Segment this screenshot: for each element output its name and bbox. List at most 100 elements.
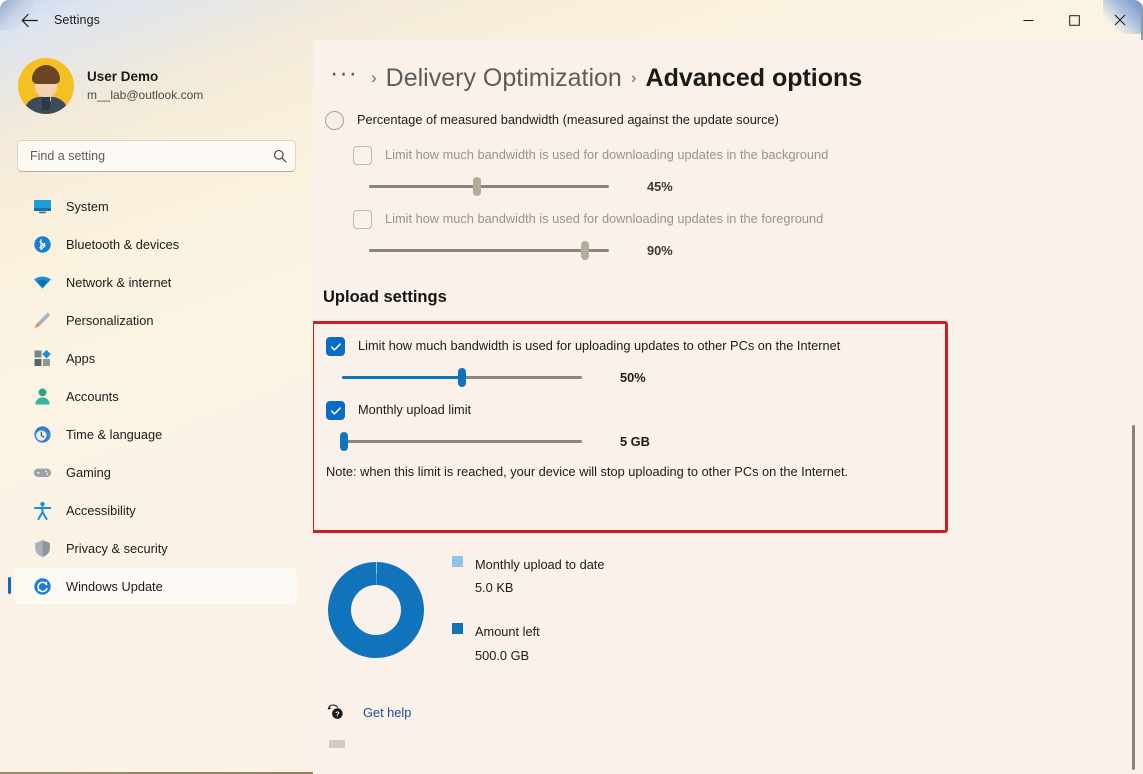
radio-label: Percentage of measured bandwidth (measur… <box>357 110 779 127</box>
search-input[interactable] <box>18 149 265 163</box>
slider-row-monthly-upload-limit: 5 GB <box>342 434 945 449</box>
breadcrumb-link-delivery-optimization[interactable]: Delivery Optimization <box>386 64 622 93</box>
maximize-button[interactable] <box>1051 0 1097 40</box>
checkbox-row-background-limit[interactable]: Limit how much bandwidth is used for dow… <box>353 145 1143 165</box>
slider-background-limit[interactable] <box>369 185 609 188</box>
slider-thumb[interactable] <box>473 177 481 196</box>
slider-row-upload-bandwidth: 50% <box>342 370 945 385</box>
get-help-label: Get help <box>363 705 411 720</box>
sidebar: User Demo m__lab@outlook.com <box>0 40 313 774</box>
sidebar-item-gaming[interactable]: Gaming <box>14 454 297 490</box>
sidebar-item-label: Windows Update <box>66 579 163 594</box>
sidebar-item-label: Time & language <box>66 427 162 442</box>
slider-row-background-limit: 45% <box>369 179 1143 194</box>
window-body: User Demo m__lab@outlook.com <box>0 40 1143 774</box>
update-refresh-icon <box>32 576 52 596</box>
arrow-left-icon <box>21 13 38 28</box>
close-button[interactable] <box>1097 0 1143 40</box>
upload-limit-note: Note: when this limit is reached, your d… <box>326 463 933 481</box>
main-content: ··· › Delivery Optimization › Advanced o… <box>313 40 1143 774</box>
slider-thumb[interactable] <box>581 241 589 260</box>
checkbox-background-limit[interactable] <box>353 146 372 165</box>
radio-percentage-measured-bandwidth[interactable] <box>325 111 344 130</box>
gamepad-icon <box>32 462 52 482</box>
sidebar-item-windows-update[interactable]: Windows Update <box>14 568 297 604</box>
window-title: Settings <box>54 13 100 27</box>
title-bar: Settings <box>0 0 1143 40</box>
check-icon <box>330 405 342 417</box>
breadcrumb-overflow-button[interactable]: ··· <box>326 61 362 96</box>
sidebar-item-bluetooth-devices[interactable]: Bluetooth & devices <box>14 226 297 262</box>
legend-swatch-amount-left <box>452 623 463 634</box>
slider-value-upload-bandwidth: 50% <box>620 370 646 385</box>
slider-row-foreground-limit: 90% <box>369 243 1143 258</box>
check-icon <box>330 341 342 353</box>
sidebar-item-label: System <box>66 199 109 214</box>
sidebar-item-network-internet[interactable]: Network & internet <box>14 264 297 300</box>
slider-thumb[interactable] <box>340 432 348 451</box>
sidebar-nav: System Bluetooth & devices <box>0 188 313 604</box>
upload-settings-highlight-box: Limit how much bandwidth is used for upl… <box>313 321 948 533</box>
checkbox-upload-bandwidth-limit[interactable] <box>326 337 345 356</box>
donut-chart <box>328 562 424 658</box>
sidebar-item-accounts[interactable]: Accounts <box>14 378 297 414</box>
checkbox-row-monthly-upload-limit[interactable]: Monthly upload limit <box>326 400 945 420</box>
sidebar-item-accessibility[interactable]: Accessibility <box>14 492 297 528</box>
paintbrush-icon <box>32 310 52 330</box>
upload-usage-chart: Monthly upload to date 5.0 KB Amount lef… <box>328 553 1143 667</box>
account-text: User Demo m__lab@outlook.com <box>87 68 203 103</box>
sidebar-item-label: Accessibility <box>66 503 136 518</box>
checkbox-row-foreground-limit[interactable]: Limit how much bandwidth is used for dow… <box>353 209 1143 229</box>
sidebar-item-system[interactable]: System <box>14 188 297 224</box>
get-help-link[interactable]: ? Get help <box>326 703 466 722</box>
settings-window: Settings <box>0 0 1143 774</box>
clock-globe-icon <box>32 424 52 444</box>
scrollbar-thumb[interactable] <box>1132 425 1135 770</box>
sidebar-item-personalization[interactable]: Personalization <box>14 302 297 338</box>
main-scrollbar[interactable] <box>1130 40 1138 774</box>
checkbox-label: Limit how much bandwidth is used for upl… <box>358 336 840 355</box>
cut-off-row <box>329 740 1143 748</box>
accessibility-icon <box>32 500 52 520</box>
minimize-button[interactable] <box>1005 0 1051 40</box>
chart-legend: Monthly upload to date 5.0 KB Amount lef… <box>452 553 604 667</box>
slider-foreground-limit[interactable] <box>369 249 609 252</box>
sidebar-item-apps[interactable]: Apps <box>14 340 297 376</box>
legend-value: 500.0 GB <box>475 648 529 663</box>
search-box[interactable] <box>17 140 296 172</box>
wifi-icon <box>32 272 52 292</box>
sidebar-item-label: Accounts <box>66 389 119 404</box>
checkbox-label: Monthly upload limit <box>358 400 471 419</box>
slider-thumb[interactable] <box>458 368 466 387</box>
sidebar-item-label: Gaming <box>66 465 111 480</box>
sidebar-item-label: Personalization <box>66 313 154 328</box>
checkbox-row-upload-bandwidth-limit[interactable]: Limit how much bandwidth is used for upl… <box>326 336 945 356</box>
legend-item: Amount left 500.0 GB <box>452 620 604 666</box>
radio-row-percentage-measured-bandwidth[interactable]: Percentage of measured bandwidth (measur… <box>323 110 1143 130</box>
sidebar-item-label: Apps <box>66 351 95 366</box>
page-title: Advanced options <box>646 64 863 93</box>
checkbox-monthly-upload-limit[interactable] <box>326 401 345 420</box>
person-icon <box>32 386 52 406</box>
legend-swatch-monthly-upload <box>452 556 463 567</box>
sidebar-item-time-language[interactable]: Time & language <box>14 416 297 452</box>
checkbox-foreground-limit[interactable] <box>353 210 372 229</box>
minimize-icon <box>1023 15 1034 26</box>
close-icon <box>1114 14 1126 26</box>
slider-upload-bandwidth[interactable] <box>342 376 582 379</box>
slider-monthly-upload-limit[interactable] <box>342 440 582 443</box>
back-button[interactable] <box>12 5 46 35</box>
account-tile[interactable]: User Demo m__lab@outlook.com <box>14 54 284 118</box>
slider-value-foreground: 90% <box>647 243 673 258</box>
selection-indicator <box>8 577 11 594</box>
shield-icon <box>32 538 52 558</box>
help-question-icon: ? <box>326 703 345 722</box>
sidebar-item-privacy-security[interactable]: Privacy & security <box>14 530 297 566</box>
monitor-icon <box>32 196 52 216</box>
checkbox-label: Limit how much bandwidth is used for dow… <box>385 145 828 164</box>
sidebar-item-label: Bluetooth & devices <box>66 237 179 252</box>
search-icon-button[interactable] <box>265 149 295 163</box>
sidebar-item-label: Network & internet <box>66 275 171 290</box>
donut-hole <box>351 585 401 635</box>
partial-icon <box>329 740 345 748</box>
